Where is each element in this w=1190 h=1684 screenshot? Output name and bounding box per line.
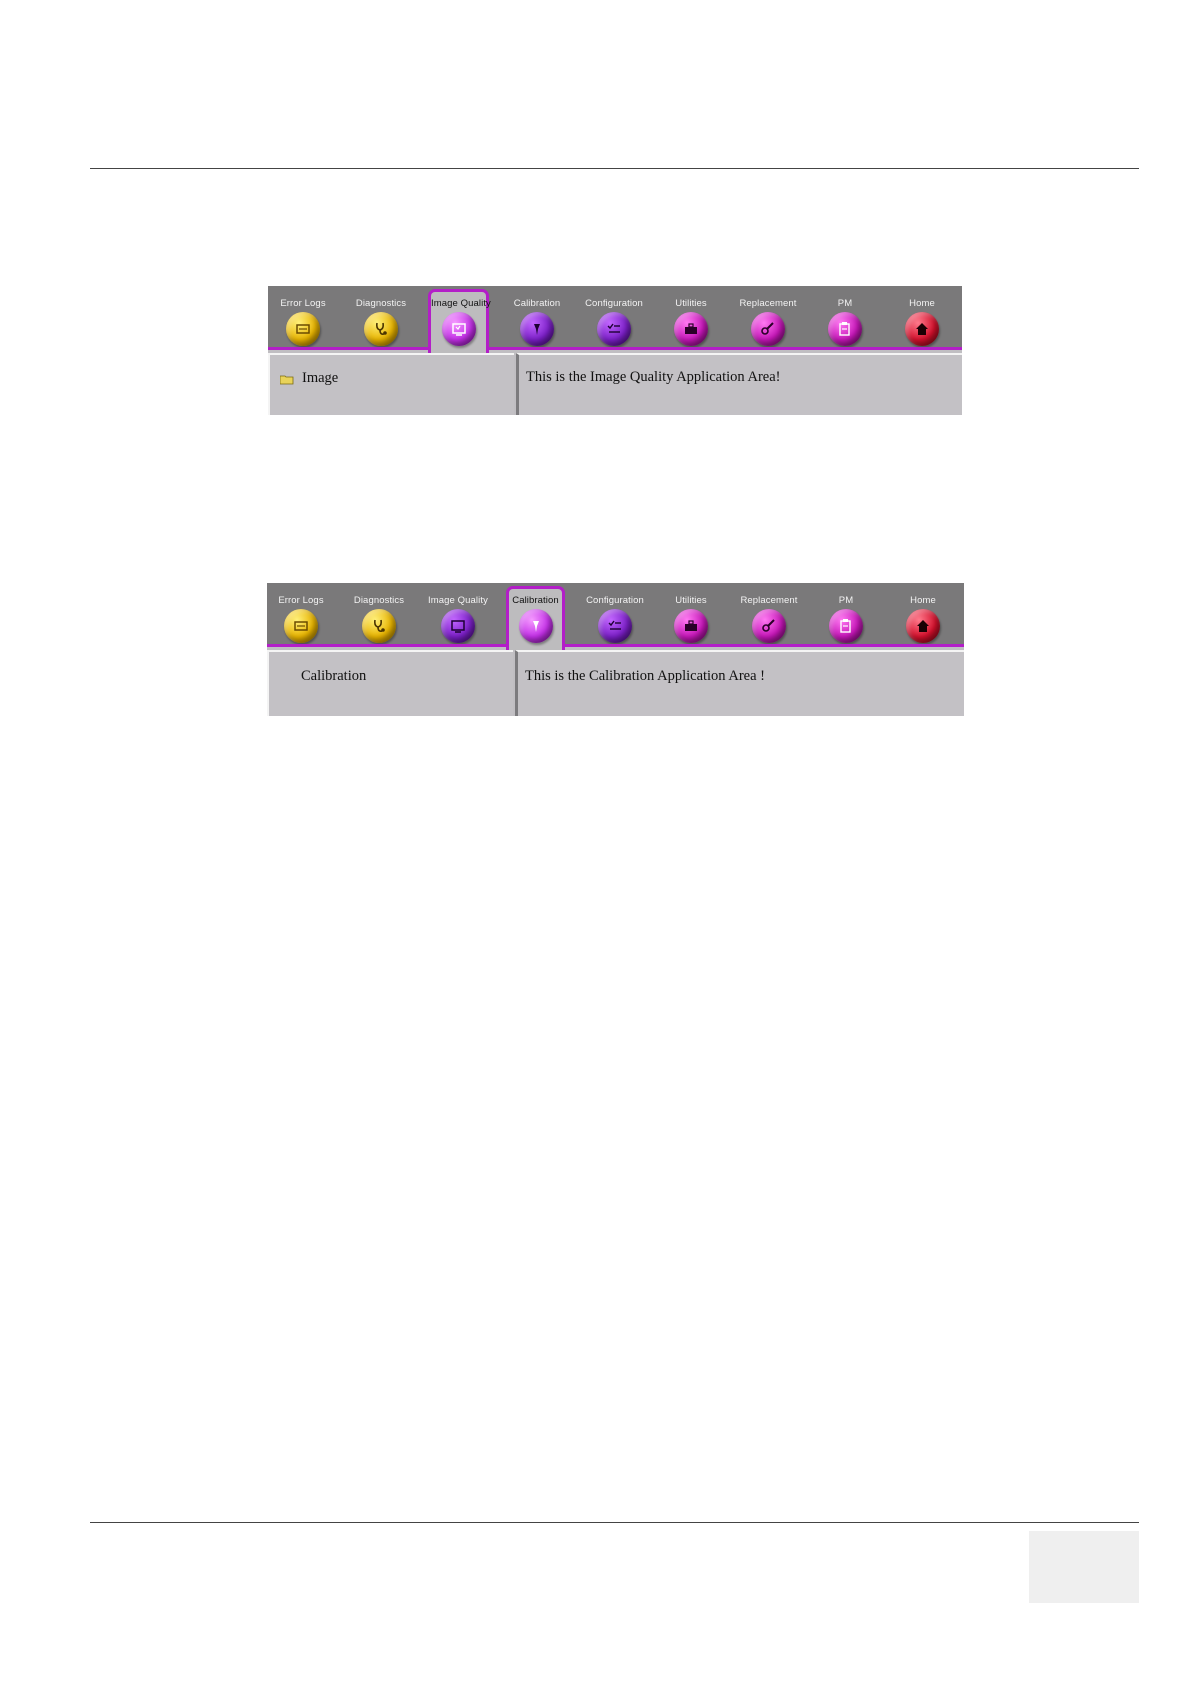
- application-area: This is the Calibration Application Area…: [515, 650, 964, 716]
- tab-label: Configuration: [585, 298, 643, 309]
- service-toolbar: Error Logs Diagnostics Image Quality Cal…: [268, 286, 962, 353]
- tab-label: PM: [837, 298, 853, 309]
- image-quality-screenshot: Error Logs Diagnostics Image Quality Cal…: [268, 286, 962, 415]
- tree-item-calibration[interactable]: Calibration: [301, 668, 366, 685]
- tab-pm[interactable]: PM: [814, 583, 878, 647]
- header-rule: [90, 168, 1139, 169]
- tab-label: Calibration: [513, 298, 561, 309]
- tab-label: Diagnostics: [353, 595, 405, 606]
- tab-utilities[interactable]: Utilities: [659, 286, 723, 350]
- stethoscope-icon: [364, 312, 398, 346]
- tab-label: Utilities: [675, 298, 707, 309]
- wrench-icon: [751, 312, 785, 346]
- home-icon: [906, 609, 940, 643]
- checklist-icon: [597, 312, 631, 346]
- stethoscope-icon: [362, 609, 396, 643]
- pin-icon: [520, 312, 554, 346]
- monitor-icon: [441, 609, 475, 643]
- tab-label: Utilities: [675, 595, 707, 606]
- tree-item-image[interactable]: Image: [302, 370, 338, 387]
- wrench-icon: [752, 609, 786, 643]
- monitor-icon: [441, 312, 476, 346]
- navigation-tree-panel: Image: [268, 353, 514, 415]
- tab-home[interactable]: Home: [891, 583, 955, 647]
- tab-error-logs[interactable]: Error Logs: [271, 286, 335, 350]
- tab-configuration[interactable]: Configuration: [583, 583, 647, 647]
- pin-icon: [518, 609, 553, 643]
- tab-pm[interactable]: PM: [813, 286, 877, 350]
- tab-label: Home: [909, 298, 935, 309]
- tab-label: Replacement: [739, 298, 797, 309]
- error-logs-icon: [286, 312, 320, 346]
- tab-label: PM: [838, 595, 854, 606]
- tab-calibration[interactable]: Calibration: [505, 286, 569, 350]
- toolbox-icon: [674, 609, 708, 643]
- tab-label: Replacement: [740, 595, 798, 606]
- tab-image-quality[interactable]: Image Quality: [428, 289, 491, 353]
- page-number-box: [1029, 1531, 1139, 1603]
- tab-diagnostics[interactable]: Diagnostics: [347, 583, 411, 647]
- application-area: This is the Image Quality Application Ar…: [516, 353, 962, 415]
- tab-replacement[interactable]: Replacement: [736, 286, 800, 350]
- tab-configuration[interactable]: Configuration: [582, 286, 646, 350]
- navigation-tree-panel: Calibration: [267, 650, 513, 716]
- clipboard-icon: [828, 312, 862, 346]
- checklist-icon: [598, 609, 632, 643]
- tab-label: Calibration: [512, 595, 559, 606]
- application-area-text: This is the Image Quality Application Ar…: [526, 369, 781, 385]
- tab-diagnostics[interactable]: Diagnostics: [349, 286, 413, 350]
- home-icon: [905, 312, 939, 346]
- error-logs-icon: [284, 609, 318, 643]
- tab-utilities[interactable]: Utilities: [659, 583, 723, 647]
- service-toolbar: Error Logs Diagnostics Image Quality Cal…: [267, 583, 964, 650]
- tab-image-quality[interactable]: Image Quality: [426, 583, 490, 647]
- tab-label: Image Quality: [431, 298, 491, 309]
- tab-label: Image Quality: [428, 595, 488, 606]
- footer-rule: [90, 1522, 1139, 1523]
- tab-calibration[interactable]: Calibration: [506, 586, 565, 650]
- clipboard-icon: [829, 609, 863, 643]
- tab-replacement[interactable]: Replacement: [737, 583, 801, 647]
- application-area-text: This is the Calibration Application Area…: [525, 668, 766, 684]
- toolbox-icon: [674, 312, 708, 346]
- tab-label: Home: [910, 595, 936, 606]
- tab-label: Diagnostics: [355, 298, 407, 309]
- calibration-screenshot: Error Logs Diagnostics Image Quality Cal…: [267, 583, 964, 716]
- tab-error-logs[interactable]: Error Logs: [269, 583, 333, 647]
- tab-label: Error Logs: [280, 298, 326, 309]
- tab-label: Configuration: [586, 595, 644, 606]
- folder-icon: [280, 375, 294, 385]
- tab-label: Error Logs: [278, 595, 324, 606]
- tab-home[interactable]: Home: [890, 286, 954, 350]
